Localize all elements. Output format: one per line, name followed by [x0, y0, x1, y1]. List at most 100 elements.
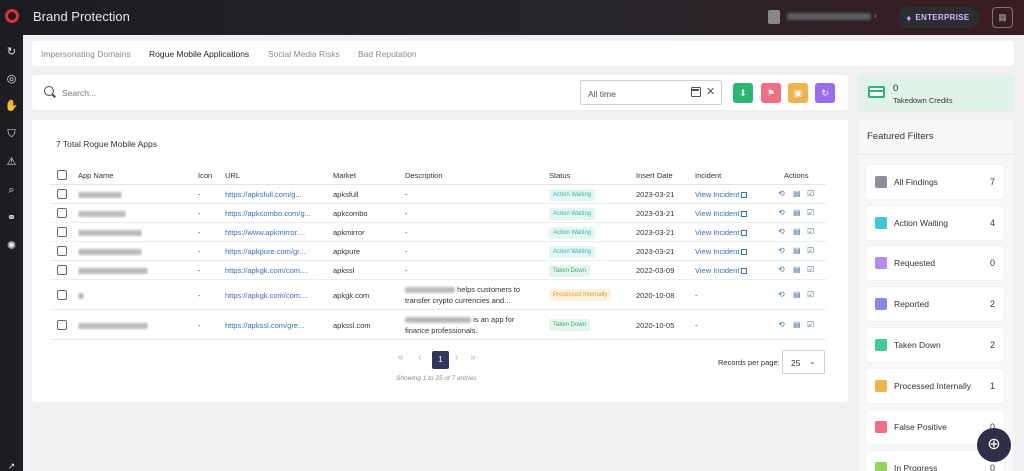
comment-icon[interactable]: ▤ [793, 227, 801, 236]
filter-reported[interactable]: Reported 2 [866, 287, 1004, 321]
column-header: Icon [198, 171, 213, 180]
comment-icon[interactable]: ▤ [793, 320, 801, 329]
history-icon[interactable]: ⟲ [778, 227, 785, 236]
filter-processed-internally[interactable]: Processed Internally 1 [866, 369, 1004, 403]
table-row[interactable]: - https://apkgk.com/com.... apkgk.com he… [50, 280, 826, 310]
close-icon[interactable]: ✕ [706, 85, 715, 98]
search-doc-icon[interactable]: ⌕ [4, 183, 19, 198]
approve-icon[interactable]: ☑ [807, 320, 814, 329]
chevron-right-icon[interactable]: › [874, 11, 877, 20]
approve-icon[interactable]: ☑ [807, 265, 814, 274]
row-checkbox[interactable] [57, 189, 67, 199]
first-page-icon[interactable]: « [398, 352, 404, 363]
column-header[interactable]: Status [549, 171, 570, 180]
table-row[interactable]: - https://apkssl.com/gre... apkssl.com i… [50, 310, 826, 340]
approve-icon[interactable]: ☑ [807, 208, 814, 217]
comment-icon[interactable]: ▤ [793, 189, 801, 198]
approve-icon[interactable]: ☑ [807, 227, 814, 236]
refresh-button[interactable]: ↻ [815, 83, 835, 103]
table-row[interactable]: - https://apkgk.com/com.... apkssl - Tak… [50, 261, 826, 280]
row-checkbox[interactable] [57, 265, 67, 275]
approve-icon[interactable]: ☑ [807, 189, 814, 198]
view-incident-link[interactable]: View Incident [695, 266, 748, 275]
filter-label: Reported [894, 299, 929, 309]
comment-icon[interactable]: ▤ [793, 290, 801, 299]
report-button[interactable]: ⚑ [761, 83, 781, 103]
column-header[interactable]: App Name [78, 171, 113, 180]
view-incident-link[interactable]: View Incident [695, 247, 748, 256]
hand-icon[interactable]: ✋ [4, 99, 19, 114]
expand-arrow-icon[interactable]: ↗ [4, 459, 19, 471]
history-icon[interactable]: ⟲ [778, 189, 785, 198]
history-icon[interactable]: ⟲ [778, 265, 785, 274]
row-checkbox[interactable] [57, 290, 67, 300]
prev-page-icon[interactable]: ‹ [418, 352, 421, 363]
alert-shield-icon[interactable]: ⚠ [4, 155, 19, 170]
app-name-redacted [78, 192, 122, 199]
bug-icon[interactable]: ✺ [4, 239, 19, 254]
brand-logo-icon[interactable] [5, 9, 19, 23]
tab-social-media-risks[interactable]: Social Media Risks [268, 49, 340, 59]
view-incident-link[interactable]: View Incident [695, 228, 748, 237]
filter-action-waiting[interactable]: Action Waiting 4 [866, 206, 1004, 240]
column-header[interactable]: Insert Date [636, 171, 673, 180]
url-link[interactable]: https://apkssl.com/gre... [225, 321, 304, 330]
table-row[interactable]: - https://apksfull.com/g... apksfull - A… [50, 185, 826, 204]
row-checkbox[interactable] [57, 320, 67, 330]
last-page-icon[interactable]: » [470, 352, 476, 363]
table-row[interactable]: - https://apkpure.com/gr... apkpure - Ac… [50, 242, 826, 261]
shield-icon[interactable]: ⛉ [4, 127, 19, 142]
table-row[interactable]: - https://www.apkmirror.... apkmirror - … [50, 223, 826, 242]
row-checkbox[interactable] [57, 246, 67, 256]
tab-impersonating-domains[interactable]: Impersonating Domains [41, 49, 131, 59]
search-input[interactable] [62, 85, 362, 100]
scan-target-icon[interactable]: ◎ [4, 72, 19, 87]
enterprise-plan-button[interactable]: ♦ ENTERPRISE [897, 7, 979, 28]
url-link[interactable]: https://apkcombo.com/g... [225, 209, 311, 218]
view-incident-link[interactable]: View Incident [695, 209, 748, 218]
tab-bad-reputation[interactable]: Bad Reputation [358, 49, 417, 59]
export-button[interactable]: ⬇ [733, 83, 753, 103]
refresh-circle-icon[interactable]: ↻ [4, 45, 19, 60]
company-logo-icon[interactable]: ▦ [992, 7, 1013, 28]
status-badge: Action Waiting [549, 189, 596, 201]
network-icon[interactable]: ⚭ [4, 211, 19, 226]
url-link[interactable]: https://apkgk.com/com.... [225, 266, 308, 275]
next-page-icon[interactable]: › [455, 352, 458, 363]
filter-taken-down[interactable]: Taken Down 2 [866, 328, 1004, 362]
history-icon[interactable]: ⟲ [778, 246, 785, 255]
approve-icon[interactable]: ☑ [807, 246, 814, 255]
view-incident-link[interactable]: View Incident [695, 190, 748, 199]
assign-button[interactable]: ▣ [788, 83, 808, 103]
filter-all-findings[interactable]: All Findings 7 [866, 165, 1004, 199]
user-avatar[interactable] [768, 10, 780, 24]
help-lifebuoy-icon[interactable]: ⊕ [977, 428, 1011, 462]
filter-count: 0 [989, 463, 995, 471]
tab-rogue-mobile-applications[interactable]: Rogue Mobile Applications [149, 49, 249, 59]
history-icon[interactable]: ⟲ [778, 290, 785, 299]
column-header[interactable]: Market [333, 171, 356, 180]
url-link[interactable]: https://apkgk.com/com.... [225, 291, 308, 300]
row-checkbox[interactable] [57, 208, 67, 218]
table-row[interactable]: - https://apkcombo.com/g... apkcombo - A… [50, 204, 826, 223]
date-range-picker[interactable]: All time ✕ [580, 80, 722, 105]
url-link[interactable]: https://apkpure.com/gr... [225, 247, 305, 256]
history-icon[interactable]: ⟲ [778, 320, 785, 329]
row-checkbox[interactable] [57, 227, 67, 237]
comment-icon[interactable]: ▤ [793, 246, 801, 255]
comment-icon[interactable]: ▤ [793, 208, 801, 217]
filter-requested[interactable]: Requested 0 [866, 246, 1004, 280]
calendar-icon[interactable] [691, 87, 701, 97]
column-header[interactable]: URL [225, 171, 240, 180]
select-all-checkbox[interactable] [57, 170, 67, 180]
current-page-button[interactable]: 1 [432, 351, 449, 369]
records-per-page-select[interactable]: 25 ⌄ [782, 350, 825, 374]
featured-filters-panel: Featured Filters All Findings 7 Action W… [858, 120, 1014, 471]
url-link[interactable]: https://apksfull.com/g... [225, 190, 302, 199]
url-link[interactable]: https://www.apkmirror.... [225, 228, 305, 237]
status-badge: Action Waiting [549, 227, 596, 239]
user-name-redacted[interactable] [787, 13, 871, 20]
approve-icon[interactable]: ☑ [807, 290, 814, 299]
history-icon[interactable]: ⟲ [778, 208, 785, 217]
comment-icon[interactable]: ▤ [793, 265, 801, 274]
